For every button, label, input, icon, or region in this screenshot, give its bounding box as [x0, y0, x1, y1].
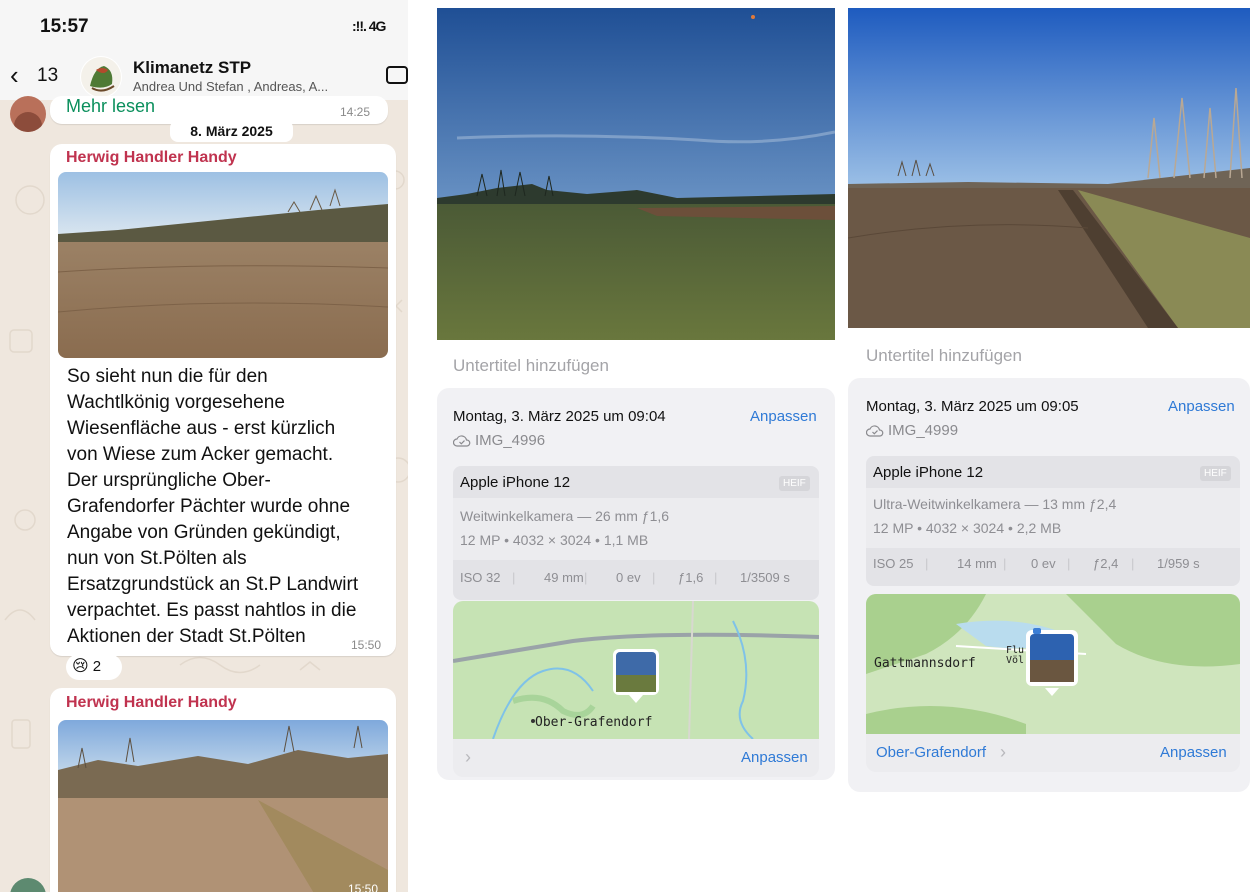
message-bubble: Herwig Handler Handy 15:50 [50, 688, 396, 892]
photo-date: Montag, 3. März 2025 um 09:04 [453, 408, 666, 425]
info-panel: Montag, 3. März 2025 um 09:05 Anpassen I… [848, 378, 1250, 792]
message-bubble: Herwig Handler Handy So sieht nun die fü… [50, 144, 396, 656]
device-name: Apple iPhone 12 [873, 464, 984, 481]
avatar[interactable] [10, 96, 46, 132]
photo-detail-2: Untertitel hinzufügen Montag, 3. März 20… [847, 8, 1250, 792]
message-time: 14:25 [340, 105, 371, 119]
photo-filename: IMG_4996 [453, 432, 545, 449]
photo-detail-1: Untertitel hinzufügen Montag, 3. März 20… [437, 8, 836, 780]
map-footer: Ober-Grafendorf › Anpassen [866, 734, 1240, 772]
location-map[interactable]: Ober-Grafendorf › Anpassen [453, 601, 819, 777]
location-link[interactable]: Ober-Grafendorf [876, 744, 986, 761]
map-place-label: Ober-Grafendorf [535, 715, 653, 730]
map-footer: › Anpassen [453, 739, 819, 777]
caption-input[interactable]: Untertitel hinzufügen [453, 356, 609, 376]
format-badge: HEIF [1200, 466, 1231, 481]
lens-info: Ultra-Weitwinkelkamera — 13 mm ƒ2,4 [873, 496, 1117, 512]
sender-name[interactable]: Herwig Handler Handy [66, 149, 237, 167]
date-separator: 8. März 2025 [170, 120, 293, 142]
cloud-check-icon [453, 435, 471, 447]
photo-date: Montag, 3. März 2025 um 09:05 [866, 398, 1079, 415]
map-place-label: Flu Völ [1006, 645, 1025, 666]
info-panel: Montag, 3. März 2025 um 09:04 Anpassen I… [437, 388, 835, 780]
file-info: 12 MP • 4032 × 3024 • 1,1 MB [460, 532, 649, 548]
message-photo[interactable]: 15:50 [58, 720, 388, 892]
chevron-right-icon[interactable]: › [1000, 742, 1006, 763]
message-text: So sieht nun die für den Wachtlkönig vor… [67, 366, 359, 647]
exif-specs: ISO 25 | 14 mm | 0 ev | ƒ2,4 | 1/959 s [873, 556, 1200, 571]
lens-info: Weitwinkelkamera — 26 mm ƒ1,6 [460, 508, 670, 524]
photo-preview[interactable] [437, 8, 836, 340]
camera-info: Apple iPhone 12 HEIF Weitwinkelkamera — … [453, 466, 819, 600]
group-members[interactable]: Andrea Und Stefan , Andreas, A... [133, 79, 328, 94]
adjust-date-button[interactable]: Anpassen [1168, 398, 1235, 415]
cloud-check-icon [866, 425, 884, 437]
group-name[interactable]: Klimanetz STP [133, 58, 251, 78]
camera-info: Apple iPhone 12 HEIF Ultra-Weitwinkelkam… [866, 456, 1240, 586]
chevron-right-icon[interactable]: › [465, 747, 471, 768]
message-photo[interactable] [58, 172, 388, 358]
file-info: 12 MP • 4032 × 3024 • 2,2 MB [873, 520, 1062, 536]
chat-screen: 15:57 :!!. 4G ‹ 13 Klimanetz STP Andrea … [0, 0, 408, 892]
crying-emoji-icon: 😢 [72, 658, 89, 675]
sender-name[interactable]: Herwig Handler Handy [66, 694, 237, 712]
adjust-location-button[interactable]: Anpassen [1160, 744, 1227, 761]
message-time: 15:50 [348, 882, 379, 892]
caption-input[interactable]: Untertitel hinzufügen [866, 346, 1022, 366]
status-time: 15:57 [40, 16, 89, 37]
photo-filename: IMG_4999 [866, 422, 958, 439]
leaf-hand-logo-icon [81, 57, 121, 97]
map-place-label: Gattmannsdorf [874, 656, 976, 671]
network-signal-icon: :!!. 4G [352, 18, 386, 34]
status-bar: 15:57 :!!. 4G [0, 0, 408, 50]
reaction-count: 2 [92, 658, 102, 675]
format-badge: HEIF [779, 476, 810, 491]
adjust-location-button[interactable]: Anpassen [741, 749, 808, 766]
message-time: 15:50 [351, 638, 382, 652]
back-unread-count[interactable]: 13 [37, 65, 58, 87]
adjust-date-button[interactable]: Anpassen [750, 408, 817, 425]
back-chevron-icon[interactable]: ‹ [10, 62, 19, 88]
exif-specs: ISO 32 | 49 mm| 0 ev | ƒ1,6 | 1/3509 s [460, 570, 790, 585]
photo-preview[interactable] [847, 8, 1250, 328]
device-name: Apple iPhone 12 [460, 474, 571, 491]
location-map[interactable]: Gattmannsdorf Flu Völ Ober-Grafendorf › … [866, 594, 1240, 772]
video-call-icon[interactable] [386, 66, 408, 84]
read-more-link[interactable]: Mehr lesen [66, 96, 155, 117]
message-reaction[interactable]: 😢 2 [66, 654, 122, 680]
group-avatar[interactable] [80, 56, 122, 98]
chat-header: ‹ 13 Klimanetz STP Andrea Und Stefan , A… [0, 50, 408, 100]
